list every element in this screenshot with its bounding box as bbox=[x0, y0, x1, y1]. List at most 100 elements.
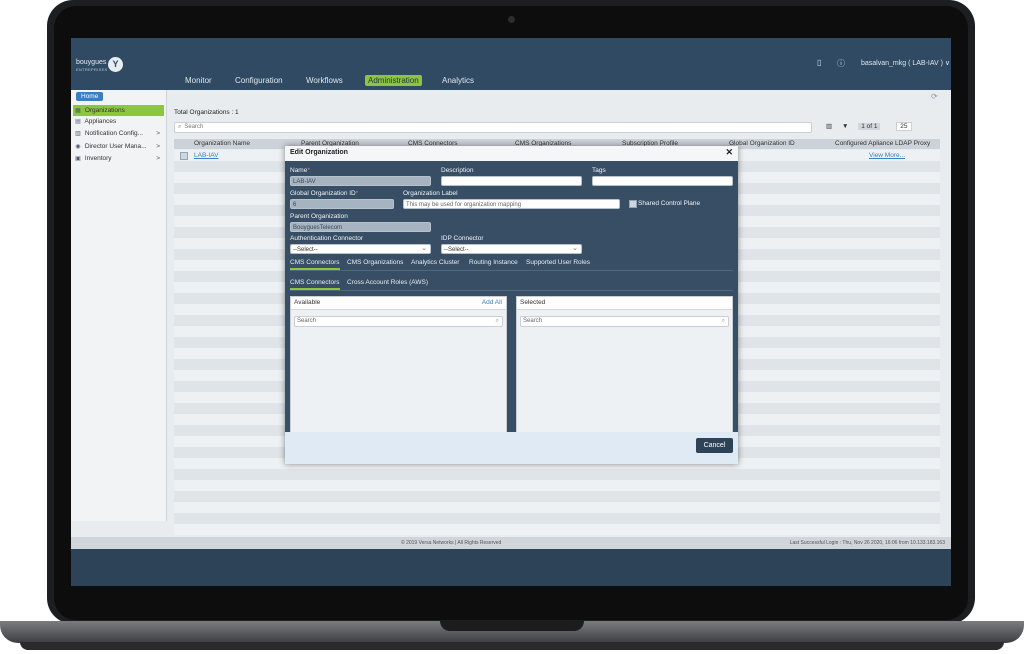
nav-analytics[interactable]: Analytics bbox=[442, 76, 474, 85]
selected-search-input[interactable]: Search ⌕ bbox=[520, 316, 729, 327]
sidebar-item-appliances[interactable]: ▤ Appliances bbox=[73, 116, 164, 127]
filter-icon[interactable]: ▼ bbox=[842, 123, 848, 130]
sidebar-item-notification-config[interactable]: ▥ Notification Config... > bbox=[73, 128, 164, 139]
global-id-label: Global Organization ID* bbox=[290, 190, 358, 197]
page-size-select[interactable]: 25 bbox=[896, 122, 912, 131]
description-label: Description bbox=[441, 167, 474, 174]
user-menu[interactable]: basalvan_mkg ( LAB-IAV ) ∨ bbox=[861, 59, 950, 67]
row-checkbox[interactable] bbox=[180, 152, 188, 160]
name-label: Name* bbox=[290, 167, 310, 174]
appliances-icon: ▤ bbox=[75, 119, 81, 125]
table-row bbox=[174, 480, 940, 491]
table-row bbox=[174, 513, 940, 524]
tab-cms-organizations[interactable]: CMS Organizations bbox=[347, 259, 403, 266]
available-header: Available Add All bbox=[291, 297, 506, 310]
table-row bbox=[174, 491, 940, 502]
logo: bouygues bbox=[76, 59, 107, 66]
tab-routing-instance[interactable]: Routing Instance bbox=[469, 259, 518, 266]
org-label-label: Organization Label bbox=[403, 190, 458, 197]
description-field[interactable] bbox=[441, 176, 582, 186]
table-row bbox=[174, 502, 940, 513]
nav-monitor[interactable]: Monitor bbox=[185, 76, 212, 85]
chevron-down-icon: ⌄ bbox=[572, 245, 578, 252]
screen: bouygues ENTREPRISES Y Monitor Configura… bbox=[71, 38, 951, 586]
user-icon: ◉ bbox=[75, 144, 81, 150]
tab-supported-user-roles[interactable]: Supported User Roles bbox=[526, 259, 590, 266]
columns-icon[interactable]: ▥ bbox=[826, 123, 832, 130]
view-more-link[interactable]: View More... bbox=[869, 152, 905, 159]
clipboard-icon[interactable]: ▯ bbox=[817, 58, 821, 67]
close-icon[interactable]: ✕ bbox=[725, 147, 733, 158]
logo-subtitle: ENTREPRISES bbox=[76, 67, 108, 72]
nav-configuration[interactable]: Configuration bbox=[235, 76, 283, 85]
search-placeholder: Search bbox=[523, 318, 543, 324]
org-name-link[interactable]: LAB-IAV bbox=[194, 152, 218, 159]
subtab-cross-account-roles[interactable]: Cross Account Roles (AWS) bbox=[347, 279, 428, 286]
table-row bbox=[174, 524, 940, 535]
nav-workflows[interactable]: Workflows bbox=[306, 76, 343, 85]
table-row bbox=[174, 469, 940, 480]
search-icon: ⌕ bbox=[495, 318, 499, 324]
available-label: Available bbox=[294, 299, 321, 306]
tags-field[interactable] bbox=[592, 176, 733, 186]
auth-connector-select[interactable]: --Select-- ⌄ bbox=[290, 244, 431, 254]
table-toolbar: ▥ ▼ 1 of 1 25 bbox=[826, 122, 912, 132]
add-all-button[interactable]: Add All bbox=[482, 297, 502, 309]
selected-label: Selected bbox=[520, 299, 546, 306]
sidebar-item-inventory[interactable]: ▣ Inventory > bbox=[73, 153, 164, 164]
tab-analytics-cluster[interactable]: Analytics Cluster bbox=[411, 259, 459, 266]
tags-label: Tags bbox=[592, 167, 606, 174]
notification-icon: ▥ bbox=[75, 131, 81, 137]
auth-connector-value: --Select-- bbox=[293, 247, 318, 253]
global-id-label-text: Global Organization ID bbox=[290, 190, 356, 197]
camera bbox=[508, 16, 515, 23]
selected-header: Selected bbox=[517, 297, 732, 310]
shared-control-plane-checkbox[interactable] bbox=[629, 200, 637, 208]
info-icon[interactable]: ⓘ bbox=[837, 58, 845, 69]
tab-cms-connectors[interactable]: CMS Connectors bbox=[290, 259, 340, 270]
required-marker: * bbox=[307, 167, 310, 174]
sidebar-item-label: Inventory bbox=[84, 155, 112, 162]
last-login-text: Last Successful Login : Thu, Nov 26 2020… bbox=[789, 540, 945, 546]
search-placeholder: Search bbox=[184, 124, 204, 130]
inventory-icon: ▣ bbox=[75, 156, 81, 162]
global-id-field[interactable]: 6 bbox=[290, 199, 394, 209]
org-label-field[interactable]: This may be used for organization mappin… bbox=[403, 199, 620, 209]
search-icon: ⌕ bbox=[178, 124, 182, 130]
cancel-button[interactable]: Cancel bbox=[696, 438, 733, 453]
chevron-down-icon: ⌄ bbox=[421, 245, 427, 252]
available-panel: Available Add All Search ⌕ bbox=[290, 296, 507, 434]
shared-control-plane-label: Shared Control Plane bbox=[638, 200, 701, 207]
sidebar-item-label: Notification Config... bbox=[84, 130, 143, 137]
subtab-divider bbox=[290, 290, 733, 291]
refresh-icon[interactable]: ⟳ bbox=[931, 92, 938, 101]
nav-administration[interactable]: Administration bbox=[365, 75, 422, 86]
sidebar-item-organizations[interactable]: ▦ Organizations bbox=[73, 105, 164, 116]
selected-panel: Selected Search ⌕ bbox=[516, 296, 733, 434]
tab-divider bbox=[290, 270, 733, 271]
parent-org-field[interactable]: BouyguesTelecom bbox=[290, 222, 431, 232]
column-header[interactable]: Configured Apliance LDAP Proxy bbox=[835, 140, 930, 147]
screen-bottom bbox=[71, 549, 951, 586]
available-search-input[interactable]: Search ⌕ bbox=[294, 316, 503, 327]
required-marker: * bbox=[355, 190, 359, 197]
sidebar-item-director-user[interactable]: ◉ Director User Mana... > bbox=[73, 141, 164, 152]
edit-organization-modal: Edit Organization ✕ Name* LAB-IAV Descri… bbox=[285, 146, 738, 464]
idp-connector-value: --Select-- bbox=[444, 247, 469, 253]
search-icon: ⌕ bbox=[721, 318, 725, 324]
subtab-cms-connectors[interactable]: CMS Connectors bbox=[290, 279, 340, 290]
laptop-base-bottom bbox=[20, 642, 1004, 650]
laptop-notch bbox=[440, 621, 584, 631]
search-input[interactable]: ⌕ Search bbox=[174, 122, 812, 133]
chevron-right-icon: > bbox=[156, 130, 160, 137]
column-header[interactable]: Global Organization ID bbox=[729, 140, 795, 147]
home-button[interactable]: Home bbox=[76, 92, 104, 101]
footer: © 2019 Versa Networks | All Rights Reser… bbox=[71, 537, 951, 549]
sidebar-item-label: Director User Mana... bbox=[84, 143, 147, 150]
name-field[interactable]: LAB-IAV bbox=[290, 176, 431, 186]
page-indicator[interactable]: 1 of 1 bbox=[858, 123, 881, 130]
column-header[interactable]: Organization Name bbox=[194, 140, 250, 147]
modal-header bbox=[285, 146, 738, 161]
sidebar-item-label: Organizations bbox=[84, 107, 125, 114]
idp-connector-select[interactable]: --Select-- ⌄ bbox=[441, 244, 582, 254]
